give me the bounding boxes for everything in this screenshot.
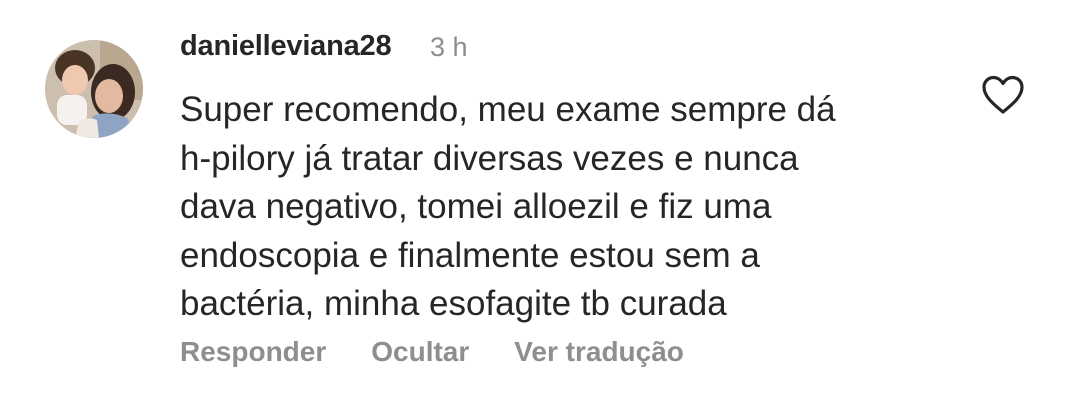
comment-text-line: h-pilory já tratar diversas vezes e nunc… — [180, 138, 799, 178]
comment-text: Super recomendo, meu exame sempre dá h-p… — [180, 86, 940, 329]
like-button[interactable] — [980, 74, 1026, 116]
hide-button[interactable]: Ocultar — [371, 336, 469, 376]
see-translation-button[interactable]: Ver tradução — [514, 336, 684, 376]
heart-outline-icon — [982, 75, 1024, 114]
avatar-photo — [45, 40, 143, 138]
avatar[interactable] — [45, 40, 143, 138]
timestamp: 3 h — [430, 32, 468, 62]
comment-actions: Responder Ocultar Ver tradução — [180, 336, 684, 376]
username[interactable]: danielleviana28 — [180, 30, 392, 63]
comment-text-line: endoscopia e finalmente estou sem a — [180, 235, 760, 275]
comment-text-line: Super recomendo, meu exame sempre dá — [180, 90, 836, 129]
reply-button[interactable]: Responder — [180, 336, 326, 376]
comment-text-line: dava negativo, tomei alloezil e fiz uma — [180, 187, 772, 226]
comment-text-line: bactéria, minha esofagite tb curada — [180, 284, 727, 323]
comment-item: danielleviana28 3 h Super recomendo, meu… — [0, 0, 1080, 401]
